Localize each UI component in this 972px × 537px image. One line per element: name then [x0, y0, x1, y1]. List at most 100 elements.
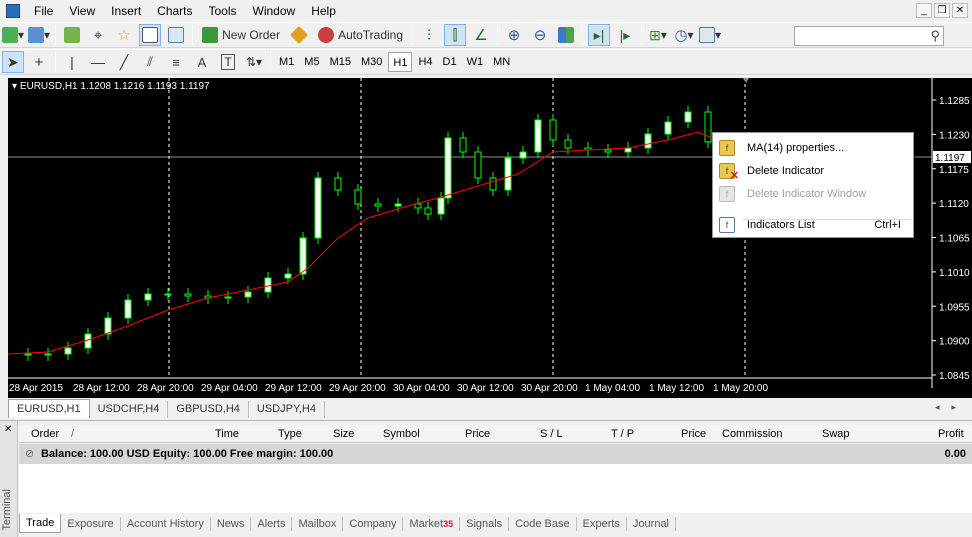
menu-window[interactable]: Window [245, 0, 304, 22]
tile-windows-button[interactable] [555, 24, 577, 46]
line-chart-button[interactable]: ∠ [470, 24, 492, 46]
column-commission[interactable]: Commission [722, 428, 783, 440]
column-tp[interactable]: T / P [611, 428, 634, 440]
text-button[interactable]: A [191, 51, 213, 73]
minimize-icon[interactable]: _ [916, 3, 932, 18]
chart-tab-eurusd-h1[interactable]: EURUSD,H1 [8, 399, 90, 418]
tab-scroll-arrows[interactable]: ◂▸ [935, 402, 968, 413]
tab-alerts[interactable]: Alerts [251, 517, 293, 531]
price-chart[interactable]: 1.1285 1.1230 1.1175 1.1120 1.1065 1.1010 1.09… [8, 78, 972, 398]
autotrading-icon [318, 27, 335, 43]
column-current-price[interactable]: Price [681, 428, 706, 440]
candle-body [334, 177, 342, 191]
timeframe-m5[interactable]: M5 [300, 52, 323, 72]
horizontal-line-button[interactable]: — [87, 51, 109, 73]
menu-tools[interactable]: Tools [201, 0, 245, 22]
terminal-button[interactable] [139, 24, 162, 46]
column-order[interactable]: Order [31, 428, 59, 440]
strategy-tester-button[interactable] [165, 24, 187, 46]
tab-journal[interactable]: Journal [627, 517, 676, 531]
tab-code-base[interactable]: Code Base [509, 517, 577, 531]
tab-account-history[interactable]: Account History [121, 517, 211, 531]
column-symbol[interactable]: Symbol [383, 428, 420, 440]
column-type[interactable]: Type [278, 428, 302, 440]
timeframe-m30[interactable]: M30 [357, 52, 386, 72]
trendline-button[interactable]: ╱ [113, 51, 135, 73]
autoscroll-button[interactable]: ▸| [588, 24, 611, 46]
timeframe-m1[interactable]: M1 [275, 52, 298, 72]
restore-icon[interactable]: ❐ [934, 3, 950, 18]
app-icon[interactable] [6, 4, 20, 18]
vertical-line-button[interactable]: | [61, 51, 83, 73]
candle-body [684, 111, 692, 123]
column-swap[interactable]: Swap [822, 428, 850, 440]
column-time[interactable]: Time [215, 428, 239, 440]
terminal-label: Terminal [1, 489, 13, 531]
tab-signals[interactable]: Signals [460, 517, 510, 531]
menu-insert[interactable]: Insert [103, 0, 149, 22]
column-size[interactable]: Size [333, 428, 354, 440]
indicators-button[interactable]: ⊞ ▾ [647, 24, 669, 46]
menu-file[interactable]: File [26, 0, 61, 22]
menu-item-indicators-list[interactable]: f Indicators List Ctrl+I [713, 214, 913, 236]
candle-body [534, 119, 542, 153]
timeframe-h1[interactable]: H1 [388, 52, 413, 72]
balance-row[interactable]: ⊘ Balance: 100.00 USD Equity: 100.00 Fre… [19, 444, 972, 464]
menu-view[interactable]: View [61, 0, 103, 22]
search-icon[interactable]: ⚲ [930, 28, 940, 44]
tab-company[interactable]: Company [343, 517, 404, 531]
new-chart-button[interactable]: ▾ [2, 24, 24, 46]
tab-mailbox[interactable]: Mailbox [292, 517, 344, 531]
navigator-button[interactable]: ☆ [113, 24, 135, 46]
trendline-icon: ╱ [119, 53, 129, 70]
periods-button[interactable]: ◷ ▾ [673, 24, 695, 46]
metaeditor-button[interactable] [288, 24, 310, 46]
candle-body [104, 317, 112, 335]
timeframe-h4[interactable]: H4 [414, 52, 436, 72]
chart-tab-usdchf-h4[interactable]: USDCHF,H4 [90, 401, 169, 418]
candle-body [444, 137, 452, 199]
data-window-button[interactable]: ⌖ [87, 24, 109, 46]
close-icon[interactable]: ✕ [4, 424, 12, 435]
timeframe-w1[interactable]: W1 [463, 52, 488, 72]
cursor-button[interactable]: ➤ [2, 51, 24, 73]
tab-experts[interactable]: Experts [577, 517, 627, 531]
zoom-in-button[interactable]: ⊕ [503, 24, 525, 46]
menu-help[interactable]: Help [303, 0, 344, 22]
menu-charts[interactable]: Charts [149, 0, 200, 22]
new-order-button[interactable]: New Order [198, 24, 284, 46]
chart-tab-gbpusd-h4[interactable]: GBPUSD,H4 [168, 401, 249, 418]
candle-body [124, 299, 132, 319]
candlestick-button[interactable]: ⫿ [444, 24, 467, 46]
chart-shift-button[interactable]: |▸ [614, 24, 636, 46]
crosshair-button[interactable]: + [28, 51, 50, 73]
menu-item-delete-indicator[interactable]: f ✕ Delete Indicator [713, 160, 913, 182]
templates-button[interactable]: ▾ [699, 24, 721, 46]
arrows-button[interactable]: ⇅ ▾ [243, 51, 265, 73]
menu-item-ma-properties[interactable]: f MA(14) properties... [713, 137, 913, 159]
column-profit[interactable]: Profit [938, 428, 964, 440]
fibonacci-button[interactable]: ≡ [165, 51, 187, 73]
timeframe-m15[interactable]: M15 [326, 52, 355, 72]
text-label-button[interactable]: T [217, 51, 239, 73]
tab-exposure[interactable]: Exposure [61, 517, 121, 531]
market-watch-button[interactable] [61, 24, 83, 46]
equidistant-channel-button[interactable]: ⫽ [139, 51, 161, 73]
timeframe-mn[interactable]: MN [489, 52, 514, 72]
toolbar-separator [641, 25, 643, 45]
price-tick-label: 1.1175 [939, 165, 969, 176]
column-price[interactable]: Price [465, 428, 490, 440]
bar-chart-button[interactable]: ⫶ [418, 24, 440, 46]
tab-trade[interactable]: Trade [19, 513, 62, 533]
tab-news[interactable]: News [211, 517, 252, 531]
zoom-out-button[interactable]: ⊖ [529, 24, 551, 46]
autotrading-button[interactable]: AutoTrading [314, 24, 407, 46]
chart-window[interactable]: 1.1285 1.1230 1.1175 1.1120 1.1065 1.1010 1.09… [8, 78, 972, 398]
close-icon[interactable]: ✕ [952, 3, 968, 18]
tab-market[interactable]: Market35 [403, 517, 461, 531]
profiles-button[interactable]: ▾ [28, 24, 50, 46]
column-sl[interactable]: S / L [540, 428, 563, 440]
timeframe-d1[interactable]: D1 [439, 52, 461, 72]
chart-tab-usdjpy-h4[interactable]: USDJPY,H4 [249, 401, 325, 418]
search-input[interactable]: ⚲ [794, 26, 944, 46]
